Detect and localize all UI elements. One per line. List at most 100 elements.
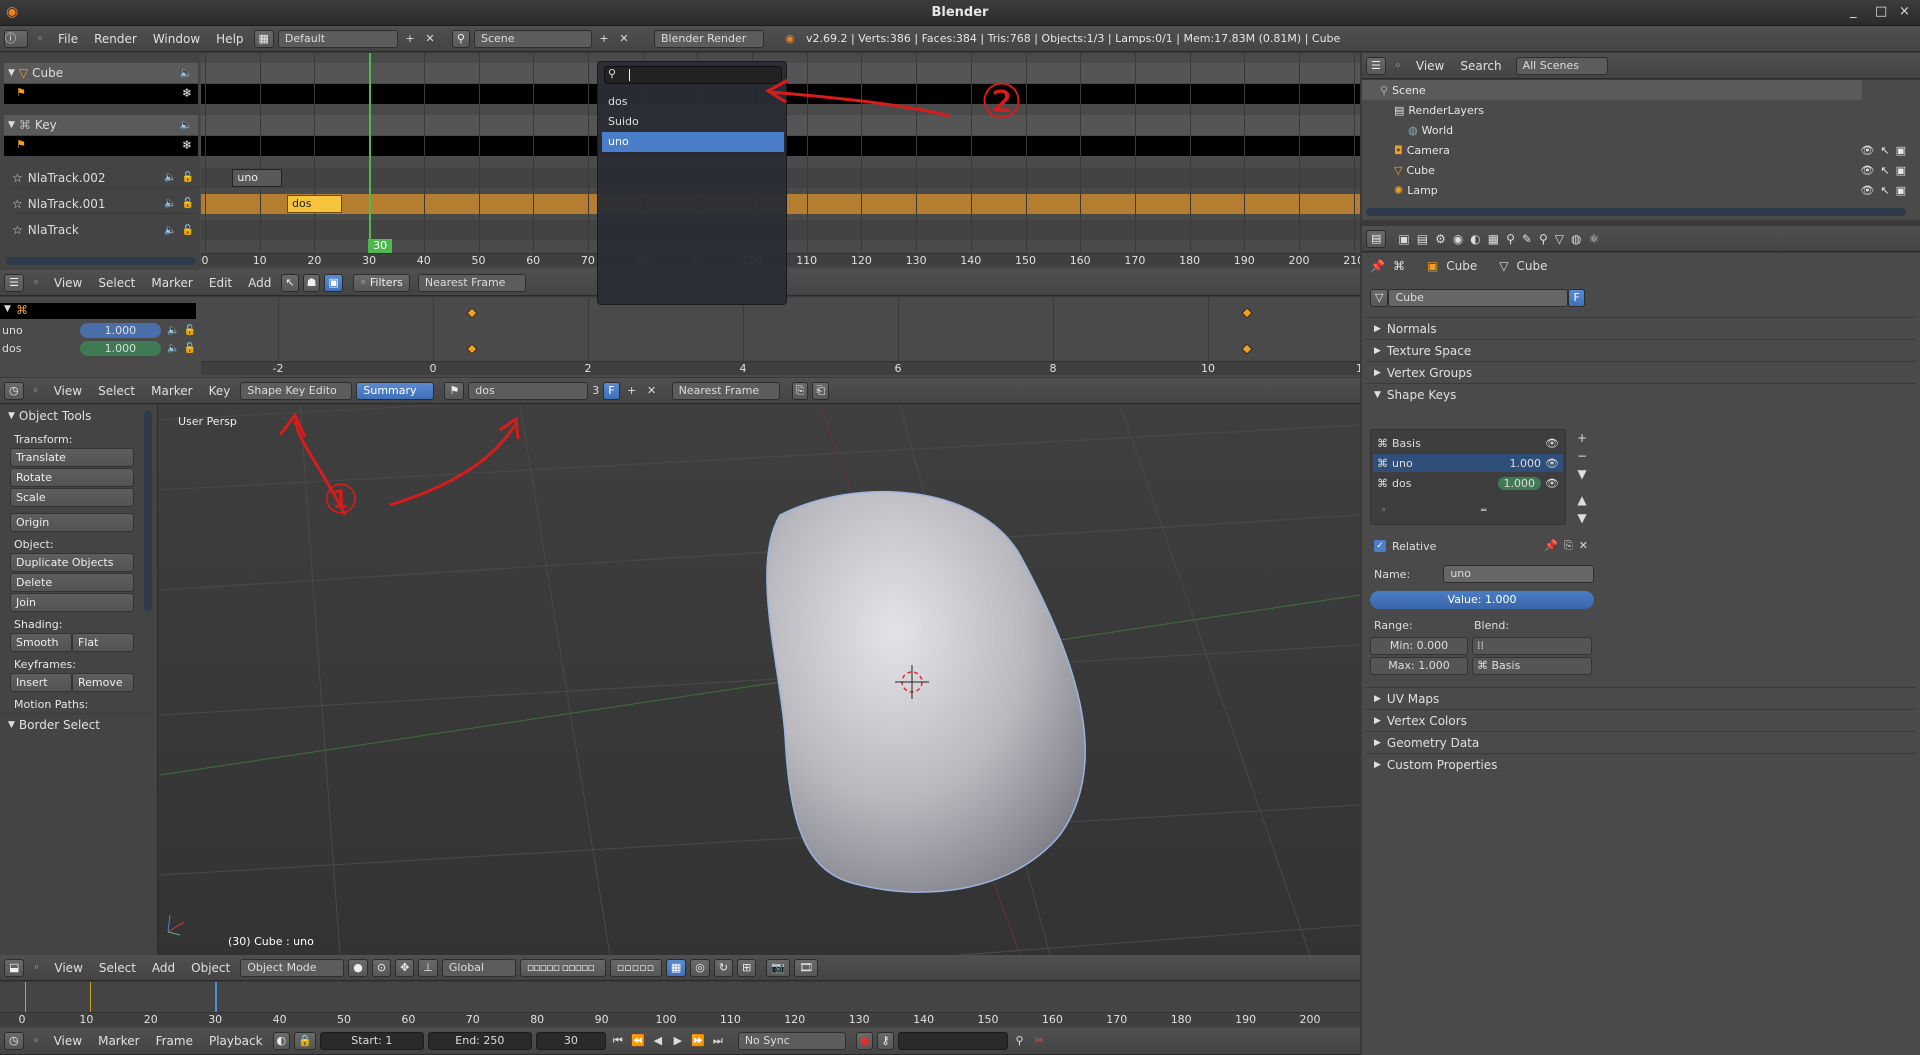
relative-checkbox[interactable]: ✓ (1374, 540, 1386, 552)
remove-scene-icon[interactable]: ✕ (616, 31, 632, 47)
delete-button[interactable]: Delete (10, 573, 134, 592)
panel-uv-maps[interactable]: ▶ UV Maps (1366, 687, 1916, 709)
manipulator-icon[interactable]: ✥ (395, 958, 415, 977)
insert-key-icon[interactable]: ⚲ (1012, 1033, 1028, 1049)
action-line[interactable]: ⚑ ❄ (4, 84, 198, 104)
visibility-icons[interactable]: 👁↖▣ (1860, 184, 1912, 197)
rotate-button[interactable]: Rotate (10, 468, 134, 487)
editor-type-icon[interactable]: ◷ (4, 1032, 24, 1050)
keyframe-diamond[interactable] (1241, 343, 1253, 355)
minimize-button[interactable]: _ (1850, 4, 1857, 19)
current-frame-field[interactable]: 30 (535, 1032, 606, 1050)
lock-icon[interactable]: 🔓 (182, 225, 194, 236)
keyframe-diamond[interactable] (1241, 307, 1253, 319)
maximize-button[interactable]: □ (1875, 4, 1887, 19)
remove-shape-key-icon[interactable]: − (1577, 449, 1587, 463)
lock-layers-icon[interactable]: ▦ (665, 958, 687, 977)
outliner-item-renderlayers[interactable]: ▤ RenderLayers (1362, 100, 1602, 120)
summary-toggle[interactable]: Summary (356, 381, 435, 400)
menu-key[interactable]: Key (203, 384, 237, 398)
shape-key-value[interactable]: 1.000 (1497, 476, 1542, 490)
expand-icon[interactable]: ▼ (4, 304, 11, 314)
keying-set-icon[interactable]: ⚷ (877, 1032, 894, 1050)
scene-icon[interactable]: ⚲ (451, 29, 470, 48)
menu-search[interactable]: Search (1454, 59, 1507, 73)
filter-options-icon[interactable]: ◦ (1381, 506, 1386, 516)
filters-button[interactable]: ◦ Filters (352, 273, 410, 292)
viewport-shading-icon[interactable]: ● (348, 958, 368, 977)
channel-value[interactable]: 1.000 (79, 322, 162, 338)
orientation-select[interactable]: Global (441, 958, 516, 977)
action-browse-icon[interactable]: ⚑ (444, 381, 465, 400)
menu-select[interactable]: Select (93, 961, 142, 975)
eye-icon[interactable]: 👁 (1545, 437, 1559, 450)
end-frame-field[interactable]: End: 250 (427, 1032, 532, 1050)
nla-track[interactable]: ☆ NlaTrack.001 🔈 🔓 (12, 194, 198, 214)
collapse-icon[interactable]: ◦ (28, 275, 44, 291)
properties-tabs[interactable]: ▣▤⚙◉◐▦⚲✎⚲▽◍⚛ (1398, 232, 1606, 246)
speaker-icon[interactable]: 🔈 (167, 325, 179, 336)
star-icon[interactable]: ☆ (12, 171, 23, 185)
menu-add[interactable]: Add (146, 961, 181, 975)
specials-icon[interactable]: ▼ (1577, 467, 1586, 481)
mesh-browse-icon[interactable]: ▽ (1370, 289, 1389, 307)
nla-track[interactable]: ☆ NlaTrack 🔈 🔓 (12, 220, 198, 240)
menu-view[interactable]: View (1410, 59, 1450, 73)
sync-select[interactable]: No Sync (737, 1032, 846, 1050)
screen-layout-field[interactable]: Default (277, 29, 398, 48)
record-icon[interactable]: ● (855, 1032, 874, 1050)
menu-view[interactable]: View (48, 276, 88, 290)
nla-strip-uno[interactable]: uno (232, 169, 282, 187)
editor-type-icon[interactable]: ▤ (1366, 229, 1387, 248)
fake-user-toggle[interactable]: F (603, 381, 620, 400)
origin-button[interactable]: Origin (10, 513, 134, 532)
channel-scrollbar[interactable] (6, 257, 196, 265)
eye-icon[interactable]: 👁 (1545, 457, 1559, 470)
min-field[interactable]: Min: 0.000 (1370, 637, 1468, 655)
keying-set-field[interactable] (897, 1032, 1008, 1050)
editor-type-icon[interactable]: ☰ (4, 273, 24, 292)
panel-shape-keys[interactable]: ▼ Shape Keys (1366, 383, 1916, 405)
menu-view[interactable]: View (48, 961, 88, 975)
speaker-icon[interactable]: 🔈 (180, 68, 192, 79)
render-anim-icon[interactable]: 🎞 (794, 958, 819, 977)
menu-file[interactable]: File (52, 32, 84, 46)
panel-normals[interactable]: ▶ Normals (1366, 317, 1916, 339)
outliner-item-scene[interactable]: ⚲ Scene (1362, 80, 1862, 100)
menu-object[interactable]: Object (185, 961, 236, 975)
outliner-item-lamp[interactable]: ✺ Lamp 👁↖▣ (1362, 180, 1920, 200)
expand-icon[interactable]: ▼ (8, 120, 15, 130)
panel-vertex-colors[interactable]: ▶ Vertex Colors (1366, 709, 1916, 731)
layers-grid[interactable]: ▫▫▫▫▫ ▫▫▫▫▫ (519, 958, 606, 977)
editor-type-icon[interactable]: ☰ (1366, 56, 1386, 75)
menu-view[interactable]: View (48, 384, 88, 398)
panel-object-tools[interactable]: ▼ Object Tools (0, 405, 157, 427)
speaker-icon[interactable]: 🔈 (164, 172, 176, 183)
visibility-icons[interactable]: 👁↖▣ (1860, 144, 1912, 157)
next-key-icon[interactable]: ⏩ (690, 1033, 706, 1049)
start-frame-field[interactable]: Start: 1 (319, 1032, 424, 1050)
playhead[interactable] (369, 53, 372, 253)
duplicate-objects-button[interactable]: Duplicate Objects (10, 553, 134, 572)
play-icon[interactable]: ▶ (670, 1033, 686, 1049)
dopesheet-ruler[interactable]: -202468101214 (201, 361, 1360, 375)
menu-window[interactable]: Window (147, 32, 206, 46)
move-up-icon[interactable]: ▲ (1577, 493, 1586, 507)
snowflake-icon[interactable]: ❄ (182, 138, 192, 152)
action-name-field[interactable]: dos (468, 381, 589, 400)
lock-icon[interactable]: 🔓 (182, 172, 194, 183)
speaker-icon[interactable]: 🔈 (180, 120, 192, 131)
menu-marker[interactable]: Marker (92, 1034, 145, 1048)
prev-key-icon[interactable]: ⏪ (630, 1033, 646, 1049)
flat-button[interactable]: Flat (72, 633, 134, 652)
add-scene-icon[interactable]: + (596, 31, 612, 47)
editor-type-icon[interactable]: ◷ (4, 381, 24, 400)
search-item-selected[interactable]: uno (602, 132, 784, 152)
expand-icon[interactable]: ▼ (8, 68, 15, 78)
panel-geometry-data[interactable]: ▶ Geometry Data (1366, 731, 1916, 753)
screen-layout-icon[interactable]: ▦ (253, 29, 274, 48)
shape-key-row-active[interactable]: ⌘ uno 1.000 👁 (1373, 454, 1563, 472)
vertex-group-field[interactable]: ⁞⁞ (1472, 637, 1592, 655)
speaker-icon[interactable]: 🔈 (164, 225, 176, 236)
panel-border-select[interactable]: ▼ Border Select (0, 713, 157, 735)
